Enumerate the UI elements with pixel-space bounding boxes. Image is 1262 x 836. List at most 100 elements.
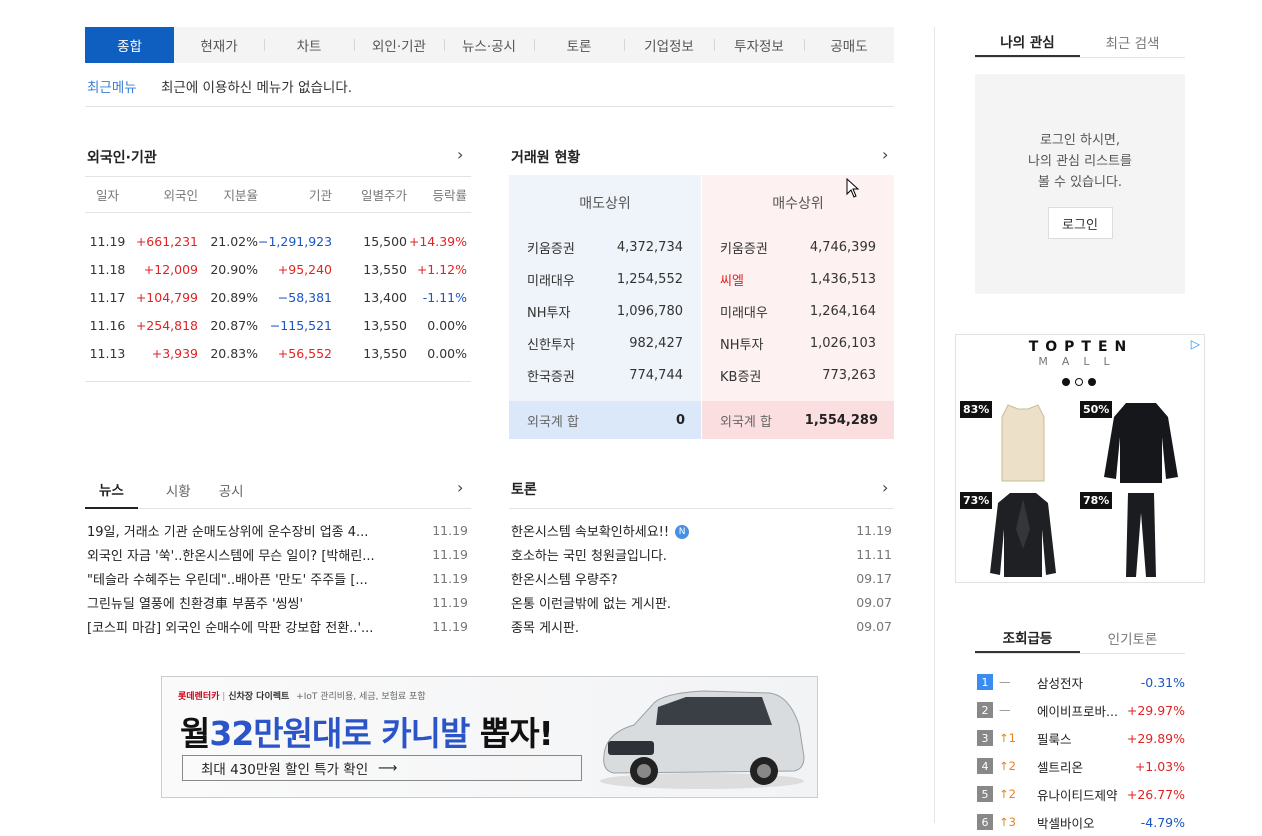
item-title[interactable]: "테슬라 수혜주는 우린데"..배아픈 '만도' 주주들 [... (87, 569, 368, 588)
tab-market[interactable]: 시황 (166, 472, 191, 509)
stock-name[interactable]: 유나이티드제약 (1037, 785, 1125, 804)
table-row: 11.19 +661,231 21.02% −1,291,923 15,500 +14.3… (85, 227, 471, 255)
tab-2[interactable]: 차트 (264, 27, 354, 63)
broker-row[interactable]: 키움증권 4,746,399 (702, 231, 894, 263)
broker-row[interactable]: KB증권 773,263 (702, 359, 894, 391)
broker-volume: 1,254,552 (616, 271, 683, 287)
tab-news[interactable]: 뉴스 (85, 472, 138, 509)
list-item[interactable]: 한온시스템 속보확인하세요!! N 11.19 (511, 518, 892, 542)
list-item[interactable]: [코스피 마감] 외국인 순매수에 막판 강보합 전환..'... 11.19 (87, 614, 468, 638)
tab-7[interactable]: 투자정보 (714, 27, 804, 63)
rank-change: — (993, 703, 1037, 717)
recent-menu-label[interactable]: 최근메뉴 (87, 80, 137, 96)
list-item[interactable]: 한온시스템 우량주? 09.17 (511, 566, 892, 590)
broker-row[interactable]: 한국증권 774,744 (509, 359, 701, 391)
dot-icon[interactable] (1075, 378, 1083, 386)
rank-change: ↑2 (993, 759, 1037, 773)
rank-row[interactable]: 1 — 삼성전자 -0.31% (975, 668, 1185, 696)
dot-icon[interactable] (1088, 378, 1096, 386)
item-title[interactable]: 호소하는 국민 청원글입니다. (511, 545, 667, 564)
stock-name[interactable]: 필룩스 (1037, 729, 1125, 748)
tab-disclosure[interactable]: 공시 (219, 472, 244, 509)
broker-row[interactable]: 신한투자 982,427 (509, 327, 701, 359)
banner-cta[interactable]: 최대 430만원 할인 특가 확인 ⟶ (182, 755, 582, 781)
tab-1[interactable]: 현재가 (174, 27, 264, 63)
login-button[interactable]: 로그인 (1047, 207, 1113, 239)
list-item[interactable]: "테슬라 수혜주는 우린데"..배아픈 '만도' 주주들 [... 11.19 (87, 566, 468, 590)
stock-name[interactable]: 셀트리온 (1037, 757, 1125, 776)
rank-row[interactable]: 4 ↑2 셀트리온 +1.03% (975, 752, 1185, 780)
broker-row[interactable]: NH투자 1,026,103 (702, 327, 894, 359)
broker-row[interactable]: 미래대우 1,254,552 (509, 263, 701, 295)
item-date: 11.19 (856, 522, 892, 538)
news-more-chevron-icon[interactable]: › (457, 478, 463, 497)
list-item[interactable]: 호소하는 국민 청원글입니다. 11.11 (511, 542, 892, 566)
stock-name[interactable]: 삼성전자 (1037, 673, 1125, 692)
login-prompt-box: 로그인 하시면, 나의 관심 리스트를 볼 수 있습니다. 로그인 (975, 74, 1185, 294)
rank-number: 4 (977, 758, 993, 774)
adchoices-icon[interactable]: ▷ (1191, 337, 1200, 351)
broker-row[interactable]: 씨엘 1,436,513 (702, 263, 894, 295)
item-title[interactable]: 온통 이런글밖에 없는 게시판. (511, 593, 671, 612)
rank-row[interactable]: 3 ↑1 필룩스 +29.89% (975, 724, 1185, 752)
rank-change: — (993, 675, 1037, 689)
carousel-dots[interactable] (1062, 378, 1096, 386)
item-date: 09.07 (856, 618, 892, 634)
broker-row[interactable]: 미래대우 1,264,164 (702, 295, 894, 327)
cell-price: 15,500 (363, 233, 407, 249)
col-price: 일별주가 (360, 188, 407, 203)
banner-top-line: 롯데렌터카 | 신차장 다이렉트 +IoT 관리비용, 세금, 보험료 포함 (178, 692, 426, 702)
list-item[interactable]: 종목 게시판. 09.07 (511, 614, 892, 638)
item-title[interactable]: [코스피 마감] 외국인 순매수에 막판 강보합 전환..'... (87, 617, 373, 636)
item-title-text: 온통 이런글밖에 없는 게시판. (511, 596, 672, 612)
list-item[interactable]: 온통 이런글밖에 없는 게시판. 09.07 (511, 590, 892, 614)
broker-volume: 4,372,734 (616, 239, 683, 255)
tab-recent-search[interactable]: 최근 검색 (1080, 26, 1185, 57)
rank-list: 1— 삼성전자 -0.31% 2— 에이비프로바... +29.97% 3 ↑1 필룩스 +29.… (975, 668, 1185, 836)
broker-more-chevron-icon[interactable]: › (882, 145, 888, 164)
item-title[interactable]: 한온시스템 속보확인하세요!! N (511, 521, 690, 540)
rank-row[interactable]: 6 ↑3 박셀바이오 -4.79% (975, 808, 1185, 836)
rank-number: 3 (977, 730, 993, 746)
tab-my-watch[interactable]: 나의 관심 (975, 26, 1080, 57)
topten-mall-ad[interactable]: TOPTEN MALL ▷ 83% 50% 73% 78% (955, 334, 1205, 583)
list-item[interactable]: 외국인 자금 '쑥'..한온시스템에 무슨 일이? [박해린... 11.19 (87, 542, 468, 566)
tab-5[interactable]: 토론 (534, 27, 624, 63)
broker-row[interactable]: 키움증권 4,372,734 (509, 231, 701, 263)
rank-row[interactable]: 5 ↑2 유나이티드제약 +26.77% (975, 780, 1185, 808)
broker-row[interactable]: NH투자 1,096,780 (509, 295, 701, 327)
stock-change-rate: +29.89% (1126, 730, 1185, 746)
headline-part: 월 (180, 714, 210, 753)
dot-icon[interactable] (1062, 378, 1070, 386)
cell-price: 13,550 (363, 261, 407, 277)
tab-3[interactable]: 외인·기관 (354, 27, 444, 63)
cell-rate: 0.00% (427, 317, 467, 333)
foreign-inst-title[interactable]: 외국인·기관 (87, 147, 157, 167)
board-more-chevron-icon[interactable]: › (882, 478, 888, 497)
item-title[interactable]: 종목 게시판. (511, 617, 579, 636)
tab-4[interactable]: 뉴스·공시 (444, 27, 534, 63)
tab-8[interactable]: 공매도 (804, 27, 894, 63)
item-date: 09.07 (856, 594, 892, 610)
stock-name[interactable]: 에이비프로바... (1037, 701, 1125, 720)
tab-view-surge[interactable]: 조회급등 (975, 622, 1080, 653)
broker-title[interactable]: 거래원 현황 (511, 147, 580, 167)
board-title[interactable]: 토론 (511, 479, 537, 499)
item-title[interactable]: 한온시스템 우량주? (511, 569, 618, 588)
foreign-inst-more-chevron-icon[interactable]: › (457, 145, 463, 164)
item-title-text: "테슬라 수혜주는 우린데"..배아픈 '만도' 주주들 [... (87, 572, 368, 588)
tab-6[interactable]: 기업정보 (624, 27, 714, 63)
stock-name[interactable]: 박셀바이오 (1037, 813, 1125, 832)
tab-popular-board[interactable]: 인기토론 (1080, 622, 1185, 653)
list-item[interactable]: 그린뉴딜 열풍에 친환경車 부품주 '씽씽' 11.19 (87, 590, 468, 614)
tab-0[interactable]: 종합 (85, 27, 174, 63)
item-title[interactable]: 외국인 자금 '쑥'..한온시스템에 무슨 일이? [박해린... (87, 545, 375, 564)
car-rental-banner-ad[interactable]: 롯데렌터카 | 신차장 다이렉트 +IoT 관리비용, 세금, 보험료 포함 월… (161, 676, 818, 798)
col-rate: 등락률 (432, 188, 467, 203)
item-title[interactable]: 그린뉴딜 열풍에 친환경車 부품주 '씽씽' (87, 593, 303, 612)
rank-row[interactable]: 2 — 에이비프로바... +29.97% (975, 696, 1185, 724)
arrow-right-icon: ⟶ (378, 760, 398, 776)
list-item[interactable]: 19일, 거래소 기관 순매도상위에 운수장비 업종 4... 11.19 (87, 518, 468, 542)
item-title[interactable]: 19일, 거래소 기관 순매도상위에 운수장비 업종 4... (87, 521, 368, 540)
broker-volume: 982,427 (629, 335, 683, 351)
